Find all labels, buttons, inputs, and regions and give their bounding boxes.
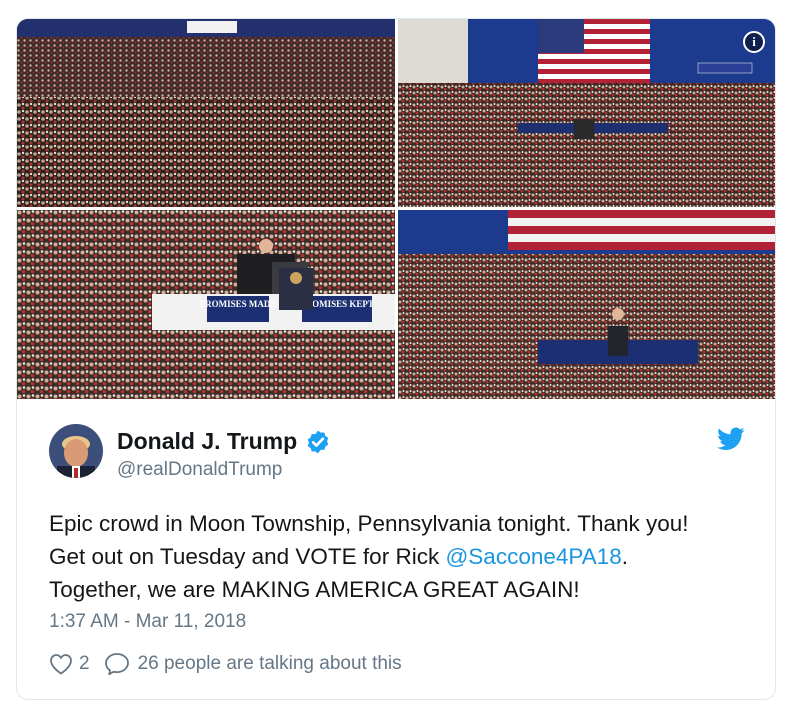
twitter-bird-icon[interactable]	[717, 427, 745, 451]
action-bar: 2 26 people are talking about this	[49, 652, 402, 676]
info-icon[interactable]: i	[743, 31, 765, 53]
tweet-text-line-2: Get out on Tuesday and VOTE for Rick @Sa…	[49, 540, 769, 573]
tweet-text: Epic crowd in Moon Township, Pennsylvani…	[49, 507, 769, 606]
avatar[interactable]	[49, 424, 103, 478]
tweet-card[interactable]: i PROMISES MADE PROMISES KEPT Donald J. …	[16, 18, 776, 700]
speech-bubble-icon[interactable]	[104, 652, 130, 676]
photo-podium[interactable]: PROMISES MADE PROMISES KEPT	[17, 210, 395, 399]
author-row: Donald J. Trump	[117, 428, 331, 455]
media-grid[interactable]: i PROMISES MADE PROMISES KEPT	[17, 19, 775, 399]
photo-full-stage[interactable]	[398, 210, 775, 399]
photo-stage-flag[interactable]: i	[398, 19, 775, 207]
photo-crowd-wide[interactable]	[17, 19, 395, 207]
verified-badge-icon	[308, 430, 329, 453]
heart-icon[interactable]	[49, 653, 73, 675]
banner-promises-made: PROMISES MADE	[200, 299, 277, 309]
talking-count-label[interactable]: 26 people are talking about this	[138, 653, 402, 675]
tweet-text-line-1: Epic crowd in Moon Township, Pennsylvani…	[49, 511, 689, 536]
tweet-text-line-3: Together, we are MAKING AMERICA GREAT AG…	[49, 577, 580, 602]
timestamp[interactable]: 1:37 AM - Mar 11, 2018	[49, 611, 246, 633]
tweet-text-line-2-suffix: .	[621, 544, 629, 569]
likes-count: 2	[79, 653, 90, 674]
author-handle[interactable]: @realDonaldTrump	[117, 459, 282, 481]
tweet-text-line-2-prefix: Get out on Tuesday and VOTE for Rick	[49, 544, 446, 569]
author-name[interactable]: Donald J. Trump	[117, 428, 297, 455]
mention-link[interactable]: @Saccone4PA18	[445, 544, 621, 569]
